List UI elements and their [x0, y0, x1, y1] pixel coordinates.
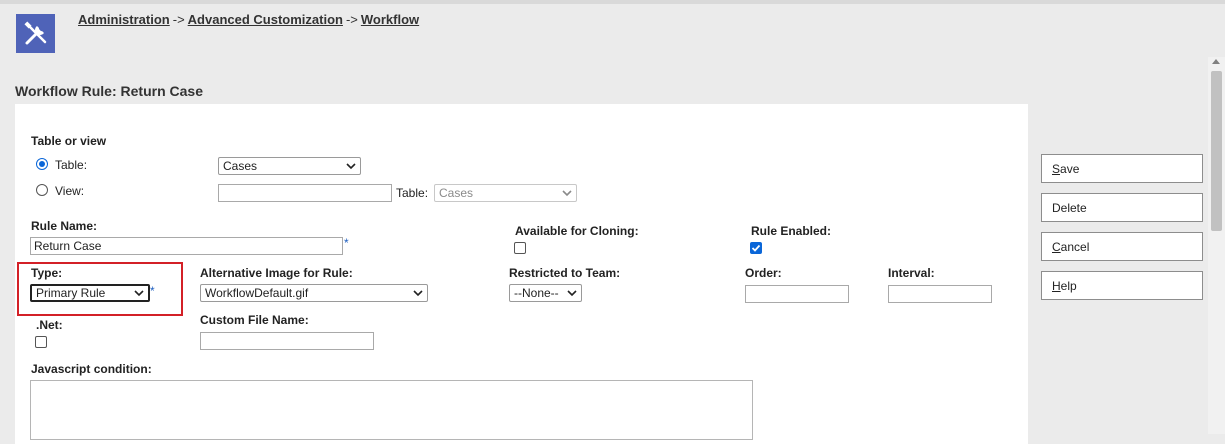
table-or-view-label: Table or view	[31, 134, 107, 148]
view-radio[interactable]	[36, 184, 48, 196]
type-select[interactable]: Primary Rule	[30, 284, 150, 302]
net-label: .Net:	[36, 318, 63, 332]
breadcrumb-workflow[interactable]: Workflow	[361, 12, 419, 27]
breadcrumb-advanced-customization[interactable]: Advanced Customization	[188, 12, 343, 27]
required-marker: *	[150, 284, 155, 298]
order-input[interactable]	[745, 285, 849, 303]
available-for-cloning-checkbox[interactable]	[514, 242, 526, 254]
rule-name-input[interactable]: Return Case	[30, 237, 343, 255]
view-table-label: Table:	[396, 186, 429, 200]
page-title: Workflow Rule: Return Case	[15, 83, 203, 99]
save-button[interactable]: Save	[1041, 154, 1203, 183]
breadcrumb-separator: ->	[345, 12, 358, 27]
scrollbar-thumb[interactable]	[1211, 71, 1222, 231]
table-select[interactable]: Cases	[218, 157, 361, 175]
save-accelerator: S	[1052, 162, 1061, 176]
breadcrumb-separator: ->	[172, 12, 185, 27]
table-radio[interactable]	[36, 158, 48, 170]
rule-enabled-checkbox[interactable]	[750, 242, 762, 254]
required-marker: *	[344, 236, 349, 250]
rule-enabled-label: Rule Enabled:	[751, 224, 832, 238]
order-label: Order:	[745, 266, 782, 280]
tools-icon	[16, 14, 55, 53]
cancel-button[interactable]: Cancel	[1041, 232, 1203, 261]
table-radio-label: Table:	[55, 158, 88, 172]
chevron-down-icon	[413, 290, 423, 297]
chevron-down-icon	[567, 290, 577, 297]
js-condition-textarea[interactable]	[30, 380, 753, 440]
type-select-value: Primary Rule	[36, 286, 106, 300]
available-for-cloning-label: Available for Cloning:	[515, 224, 639, 238]
help-label-rest: elp	[1060, 279, 1077, 293]
restricted-team-select[interactable]: --None--	[509, 284, 582, 302]
help-accelerator: H	[1052, 279, 1061, 293]
alt-image-select-value: WorkflowDefault.gif	[205, 286, 309, 300]
chevron-down-icon	[562, 190, 572, 197]
vertical-scrollbar[interactable]	[1208, 57, 1225, 434]
chevron-down-icon	[134, 290, 144, 297]
breadcrumb: Administration -> Advanced Customization ->…	[78, 12, 419, 27]
rule-name-label: Rule Name:	[31, 219, 98, 233]
cancel-label-rest: ancel	[1060, 240, 1090, 254]
view-table-select-value: Cases	[439, 186, 474, 200]
js-condition-label: Javascript condition:	[31, 362, 152, 376]
chevron-down-icon	[346, 163, 356, 170]
alt-image-label: Alternative Image for Rule:	[200, 266, 353, 280]
breadcrumb-administration[interactable]: Administration	[78, 12, 170, 27]
custom-file-input[interactable]	[200, 332, 374, 350]
delete-button[interactable]: Delete	[1041, 193, 1203, 222]
cancel-accelerator: C	[1052, 240, 1061, 254]
interval-label: Interval:	[888, 266, 935, 280]
top-border	[0, 0, 1225, 4]
restricted-team-select-value: --None--	[514, 286, 559, 300]
check-icon	[751, 244, 761, 252]
type-label: Type:	[31, 266, 63, 280]
view-input[interactable]	[218, 184, 392, 202]
scroll-up-icon[interactable]	[1212, 59, 1220, 64]
view-table-select[interactable]: Cases	[434, 184, 577, 202]
table-select-value: Cases	[223, 159, 258, 173]
interval-input[interactable]	[888, 285, 992, 303]
help-button[interactable]: Help	[1041, 271, 1203, 300]
alt-image-select[interactable]: WorkflowDefault.gif	[200, 284, 428, 302]
save-label-rest: ave	[1060, 162, 1080, 176]
custom-file-label: Custom File Name:	[200, 313, 309, 327]
view-radio-label: View:	[55, 184, 85, 198]
restricted-team-label: Restricted to Team:	[509, 266, 621, 280]
net-checkbox[interactable]	[35, 336, 47, 348]
